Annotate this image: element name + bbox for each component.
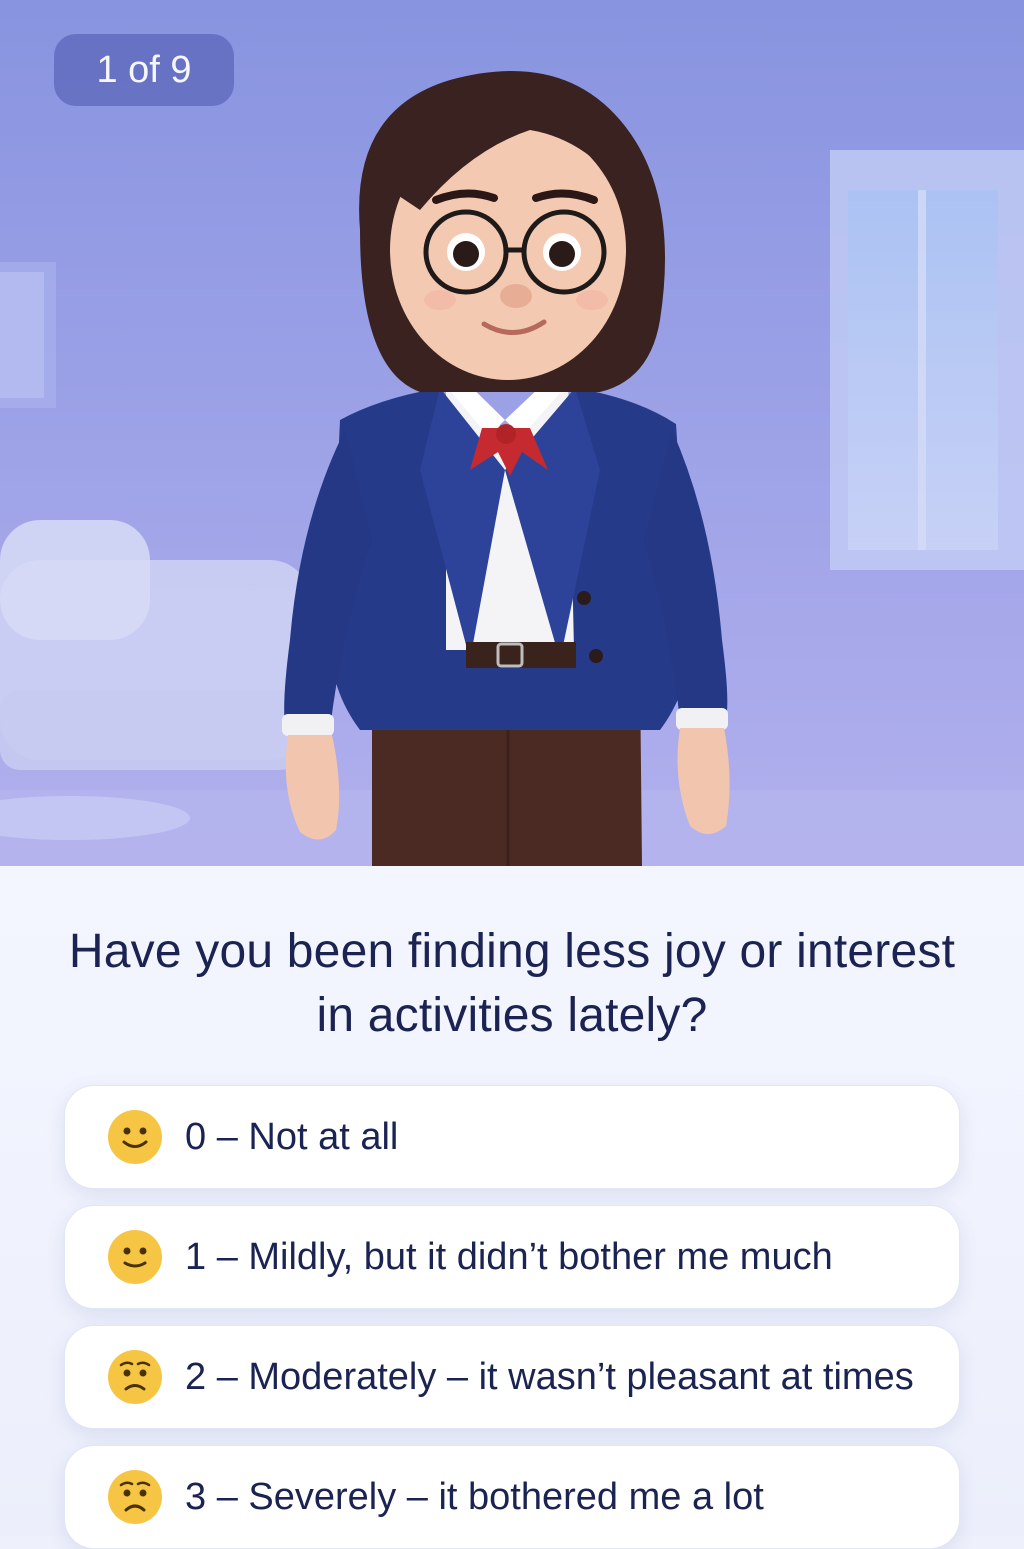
answer-option-label: 3 – Severely – it bothered me a lot	[185, 1475, 764, 1518]
answer-option-1[interactable]: 1 – Mildly, but it didn’t bother me much	[64, 1205, 960, 1309]
answer-option-0[interactable]: 0 – Not at all	[64, 1085, 960, 1189]
answer-option-label: 2 – Moderately – it wasn’t pleasant at t…	[185, 1355, 914, 1398]
worried-face-emoji-icon	[108, 1470, 162, 1524]
progress-indicator: 1 of 9	[54, 34, 234, 106]
slight-smile-emoji-icon	[108, 1230, 162, 1284]
avatar-character	[282, 71, 730, 866]
answer-option-3[interactable]: 3 – Severely – it bothered me a lot	[64, 1445, 960, 1549]
slight-smile-emoji-icon	[108, 1110, 162, 1164]
worried-face-emoji-icon	[108, 1350, 162, 1404]
answer-option-label: 1 – Mildly, but it didn’t bother me much	[185, 1235, 833, 1278]
answer-option-label: 0 – Not at all	[185, 1115, 399, 1158]
progress-text: 1 of 9	[96, 48, 192, 91]
question-text: Have you been finding less joy or intere…	[68, 925, 956, 1042]
hero-illustration: 1 of 9	[0, 0, 1024, 866]
answer-option-2[interactable]: 2 – Moderately – it wasn’t pleasant at t…	[64, 1325, 960, 1429]
